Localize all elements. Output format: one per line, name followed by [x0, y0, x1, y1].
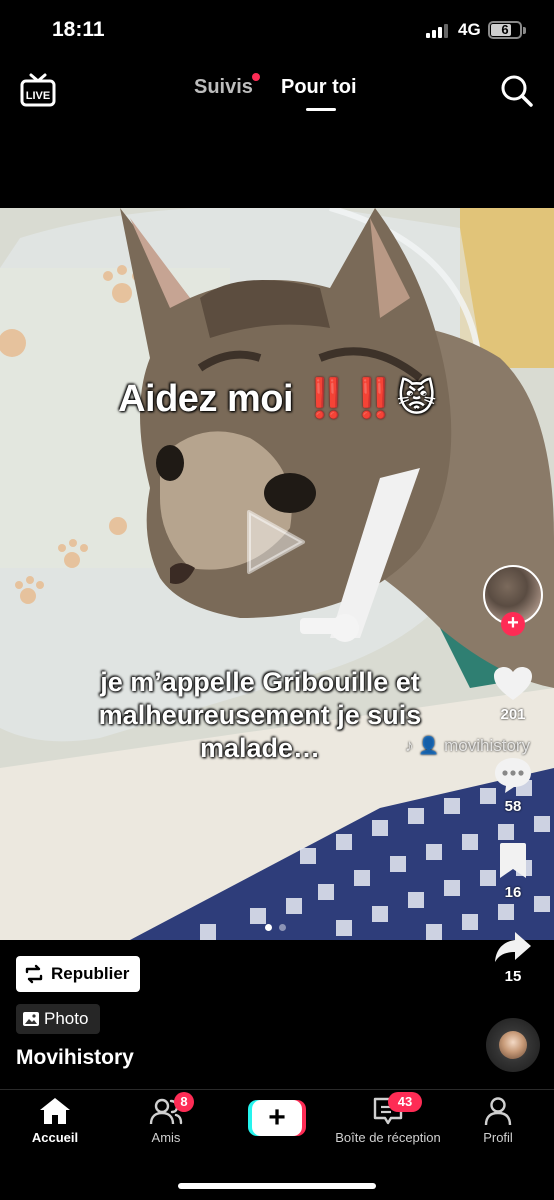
clock: 18:11	[52, 18, 105, 41]
comment-count: 58	[504, 798, 522, 815]
share-arrow-icon	[495, 932, 531, 962]
nav-home[interactable]: Accueil	[28, 1096, 82, 1145]
save-count: 16	[504, 884, 522, 901]
create-button[interactable]: +	[248, 1100, 306, 1136]
photo-label: Photo	[44, 1009, 89, 1028]
play-icon[interactable]	[243, 506, 307, 578]
live-label: LIVE	[26, 90, 50, 102]
status-bar: 18:11 4G 6	[0, 0, 554, 60]
share-count: 15	[504, 968, 522, 985]
carousel-dot	[279, 924, 286, 931]
like-button[interactable]: 201	[482, 666, 544, 723]
carousel-indicator	[265, 924, 295, 932]
repost-icon	[25, 964, 43, 984]
nav-inbox-label: Boîte de réception	[335, 1130, 441, 1145]
comment-button[interactable]: 58	[482, 756, 544, 815]
like-count: 201	[500, 706, 526, 723]
nav-home-label: Accueil	[31, 1130, 79, 1145]
plus-icon: +	[252, 1100, 302, 1136]
active-tab-indicator	[306, 108, 336, 111]
headline-text: Aidez moi	[118, 378, 294, 420]
nav-friends[interactable]: Amis 8	[138, 1092, 194, 1145]
carousel-dot-active	[265, 924, 272, 931]
home-icon	[40, 1098, 70, 1124]
heart-icon	[494, 667, 532, 700]
save-button[interactable]: 16	[482, 842, 544, 901]
profile-icon	[484, 1097, 512, 1126]
republish-button[interactable]: Republier	[16, 956, 140, 992]
tiktok-logo-icon: ♪ 👤	[405, 736, 440, 755]
following-notification-dot	[252, 73, 260, 81]
image-icon	[23, 1012, 39, 1026]
top-nav: LIVE Suivis Pour toi	[0, 60, 554, 120]
post-headline: Aidez moi ‼️‼️😾	[0, 376, 554, 421]
post-photo[interactable]: Aidez moi ‼️‼️😾 je m’appelle Gribouille …	[0, 208, 554, 940]
nav-friends-label: Amis	[151, 1130, 181, 1145]
music-avatar	[499, 1031, 527, 1059]
bookmark-icon	[500, 843, 526, 878]
nav-inbox[interactable]: Boîte de réception 43	[330, 1092, 446, 1145]
caption-line: je m’appelle Gribouille et	[100, 667, 420, 697]
music-disc[interactable]	[486, 1018, 540, 1072]
cellular-signal-icon	[426, 24, 452, 38]
comment-icon	[495, 758, 531, 793]
inbox-badge: 43	[388, 1092, 422, 1112]
friends-badge: 8	[174, 1092, 194, 1112]
share-button[interactable]: 15	[482, 930, 544, 985]
nav-profile-label: Profil	[483, 1130, 513, 1145]
double-exclamation-emoji: ‼️‼️	[303, 378, 397, 420]
tab-following[interactable]: Suivis	[194, 76, 253, 99]
nav-profile[interactable]: Profil	[470, 1096, 526, 1145]
network-type: 4G	[458, 20, 481, 39]
creator-username[interactable]: Movihistory	[16, 1046, 134, 1070]
home-indicator	[178, 1183, 376, 1189]
photo-badge: Photo	[16, 1004, 100, 1034]
tab-for-you[interactable]: Pour toi	[281, 76, 357, 99]
angry-cat-emoji: 😾	[396, 378, 437, 420]
follow-button[interactable]: +	[501, 612, 525, 636]
live-icon[interactable]: LIVE	[20, 72, 56, 108]
caption-line: malheureusement je suis	[98, 700, 422, 730]
republish-label: Republier	[51, 964, 130, 983]
